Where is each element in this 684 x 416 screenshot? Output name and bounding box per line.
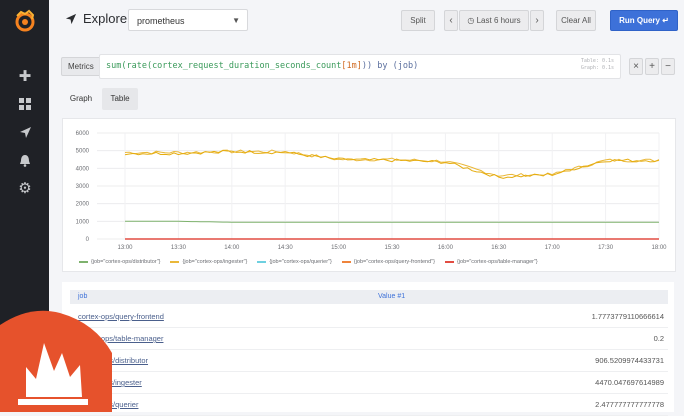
- legend-label: {job="cortex-ops/distributor"}: [91, 259, 161, 265]
- legend-swatch: [170, 261, 180, 263]
- table-row: cortex-ops/ingester4470.047697614989: [70, 372, 668, 394]
- explore-compass-icon[interactable]: [15, 122, 35, 142]
- column-header-job[interactable]: job: [78, 293, 87, 300]
- dashboards-icon[interactable]: [15, 94, 35, 114]
- plus-icon[interactable]: ✚: [15, 66, 35, 86]
- x-tick-label: 14:30: [278, 245, 294, 251]
- hint-table-time: Table: 0.1s: [580, 58, 614, 64]
- y-tick-label: 2000: [76, 202, 90, 208]
- page-title-label: Explore: [83, 11, 128, 26]
- time-range-picker[interactable]: ◷ Last 6 hours: [459, 10, 529, 31]
- tab-graph[interactable]: Graph: [62, 88, 100, 110]
- graph-legend: {job="cortex-ops/distributor"} {job="cort…: [79, 259, 538, 265]
- page-title: Explore: [65, 11, 127, 26]
- enter-icon: ↵: [662, 16, 669, 25]
- legend-item[interactable]: {job="cortex-ops/ingester"}: [170, 259, 247, 265]
- plus-icon: +: [649, 61, 655, 72]
- table-header: [70, 290, 668, 304]
- x-tick-label: 18:00: [651, 245, 667, 251]
- close-icon: ×: [633, 61, 639, 72]
- x-tick-label: 13:00: [117, 245, 133, 251]
- x-tick-label: 15:00: [331, 245, 347, 251]
- legend-item[interactable]: {job="cortex-ops/distributor"}: [79, 259, 160, 265]
- legend-swatch: [444, 261, 454, 263]
- x-tick-label: 14:00: [224, 245, 240, 251]
- legend-label: {job="cortex-ops/table-manager"}: [456, 259, 538, 265]
- legend-item[interactable]: {job="cortex-ops/table-manager"}: [444, 259, 538, 265]
- value-cell: 0.2: [653, 334, 664, 343]
- chevron-left-icon: ‹: [449, 15, 453, 26]
- tab-table[interactable]: Table: [102, 88, 138, 110]
- alerting-bell-icon[interactable]: [15, 150, 35, 170]
- legend-label: {job="cortex-ops/query-frontend"}: [353, 259, 435, 265]
- query-fn-part: sum(rate(: [106, 61, 153, 71]
- table-row: cortex-ops/querier2.477777777777778: [70, 394, 668, 416]
- add-query-button[interactable]: +: [645, 58, 659, 75]
- table-row: cortex-ops/distributor 906.5209974433731: [70, 350, 668, 372]
- split-button[interactable]: Split: [401, 10, 435, 31]
- time-forward-button[interactable]: ›: [530, 10, 544, 31]
- time-back-button[interactable]: ‹: [444, 10, 458, 31]
- minus-icon: −: [665, 61, 671, 72]
- explore-compass-icon: [65, 13, 77, 24]
- run-query-button[interactable]: Run Query ↵: [610, 10, 678, 31]
- table-row: cortex-ops/query-frontend 1.7773779110666…: [70, 306, 668, 328]
- legend-swatch: [257, 261, 267, 263]
- metrics-button[interactable]: Metrics: [61, 57, 101, 76]
- value-cell: 1.7773779110666614: [591, 312, 664, 321]
- x-tick-label: 16:30: [491, 245, 507, 251]
- legend-label: {job="cortex-ops/ingester"}: [182, 259, 248, 265]
- legend-item[interactable]: {job="cortex-ops/query-frontend"}: [341, 259, 435, 265]
- results-table: job Value #1 cortex-ops/query-frontend 1.…: [62, 282, 674, 416]
- y-tick-label: 6000: [76, 131, 90, 137]
- query-range-part: [1m]: [341, 61, 362, 71]
- x-tick-label: 13:30: [171, 245, 187, 251]
- graph-panel: 6000 5000 4000 3000 2000 1000 0 13:00 13:30 14:00…: [62, 118, 676, 272]
- y-tick-label: 1000: [76, 219, 90, 225]
- time-series-chart[interactable]: 6000 5000 4000 3000 2000 1000 0 13:00 13:30 14:00…: [63, 119, 675, 251]
- remove-query-button[interactable]: ×: [629, 58, 643, 75]
- query-tail-part: )) by (job): [361, 61, 419, 71]
- legend-swatch: [341, 261, 351, 263]
- y-tick-label: 3000: [76, 184, 90, 190]
- legend-label: {job="cortex-ops/querier"}: [269, 259, 332, 265]
- value-cell: 906.5209974433731: [595, 356, 664, 365]
- gear-icon[interactable]: ⚙: [15, 178, 35, 198]
- run-query-label: Run Query: [619, 16, 660, 25]
- datasource-value: prometheus: [137, 16, 185, 26]
- column-header-value[interactable]: Value #1: [378, 293, 405, 300]
- x-tick-label: 16:00: [438, 245, 454, 251]
- query-input[interactable]: sum(rate(cortex_request_duration_seconds…: [99, 54, 621, 79]
- legend-item[interactable]: {job="cortex-ops/querier"}: [257, 259, 332, 265]
- prometheus-flame-logo: [0, 310, 112, 412]
- time-range-label: Last 6 hours: [476, 16, 521, 25]
- value-cell: 2.477777777777778: [595, 400, 664, 409]
- legend-swatch: [79, 261, 88, 263]
- x-tick-label: 15:30: [384, 245, 400, 251]
- chevron-down-icon: ▼: [232, 16, 240, 25]
- clear-all-button[interactable]: Clear All: [556, 10, 596, 31]
- query-row: Metrics sum(rate(cortex_request_duration…: [59, 54, 679, 79]
- y-tick-label: 4000: [76, 166, 90, 172]
- clock-icon: ◷: [467, 16, 475, 25]
- value-cell: 4470.047697614989: [595, 378, 664, 387]
- collapse-query-button[interactable]: −: [661, 58, 675, 75]
- datasource-select[interactable]: prometheus ▼: [128, 9, 248, 31]
- x-tick-label: 17:30: [598, 245, 614, 251]
- chevron-right-icon: ›: [535, 15, 539, 26]
- hint-graph-time: Graph: 0.1s: [580, 65, 614, 71]
- grafana-logo-icon[interactable]: [12, 8, 38, 34]
- query-metric-part: cortex_request_duration_seconds_count: [152, 61, 342, 71]
- y-tick-label: 0: [86, 237, 90, 243]
- table-row: cortex-ops/table-manager 0.2: [70, 328, 668, 350]
- query-timing-hints: Table: 0.1s Graph: 0.1s: [581, 58, 614, 72]
- y-tick-label: 5000: [76, 149, 90, 155]
- explore-toolbar: Explore prometheus ▼ Split ‹ ◷ Last 6 ho…: [49, 0, 684, 44]
- x-tick-label: 17:00: [545, 245, 561, 251]
